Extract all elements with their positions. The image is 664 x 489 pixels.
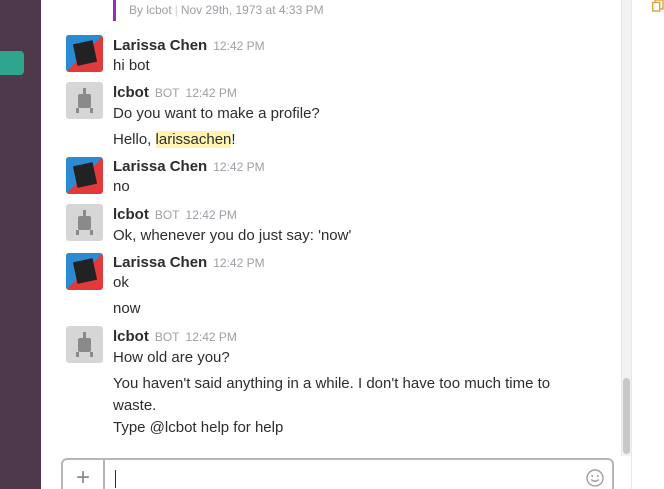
right-panel-edge — [631, 0, 664, 489]
user-mention[interactable]: larissachen — [155, 131, 232, 148]
message-sender[interactable]: Larissa Chen 12:42 PM — [113, 37, 265, 54]
attachment-date: Nov 29th, 1973 at 4:33 PM — [180, 3, 324, 17]
message-text: no — [113, 178, 130, 195]
message-sender[interactable]: lcbot BOT 12:42 PM — [113, 328, 237, 345]
message-text: How old are you? — [113, 349, 230, 366]
message-text: Ok, whenever you do just say: 'now' — [113, 227, 352, 244]
attachment-bar — [113, 0, 116, 21]
message-text: now — [113, 300, 141, 317]
message-time[interactable]: 12:42 PM — [186, 208, 237, 222]
message-scrollbar-thumb[interactable] — [623, 378, 630, 454]
text-cursor — [115, 470, 116, 488]
message-sender[interactable]: Larissa Chen 12:42 PM — [113, 254, 265, 271]
message-text-mention: Hello, larissachen! — [113, 131, 236, 148]
message-text: hi bot — [113, 57, 150, 74]
bot-badge: BOT — [154, 330, 180, 344]
bot-avatar[interactable] — [66, 82, 103, 119]
message-time[interactable]: 12:42 PM — [213, 39, 264, 53]
bot-avatar[interactable] — [66, 204, 103, 241]
smiley-icon[interactable] — [585, 468, 605, 488]
avatar[interactable] — [66, 35, 103, 72]
message-time[interactable]: 12:42 PM — [186, 330, 237, 344]
message-time[interactable]: 12:42 PM — [186, 86, 237, 100]
workspace-sidebar — [0, 0, 41, 489]
message-time[interactable]: 12:42 PM — [213, 160, 264, 174]
message-sender[interactable]: lcbot BOT 12:42 PM — [113, 206, 237, 223]
message-composer[interactable]: + — [61, 458, 614, 489]
message-text: You haven't said anything in a while. I … — [113, 375, 551, 392]
message-text: waste. — [113, 397, 157, 414]
bot-badge: BOT — [154, 208, 180, 222]
message-text: Do you want to make a profile? — [113, 105, 320, 122]
message-sender[interactable]: Larissa Chen 12:42 PM — [113, 158, 265, 175]
attachment-author: By lcbot — [129, 3, 172, 17]
message-text: ok — [113, 274, 129, 291]
bot-avatar[interactable] — [66, 326, 103, 363]
copy-icon[interactable] — [652, 0, 664, 12]
avatar[interactable] — [66, 157, 103, 194]
avatar[interactable] — [66, 253, 103, 290]
bot-badge: BOT — [154, 86, 180, 100]
message-time[interactable]: 12:42 PM — [213, 256, 264, 270]
plus-icon[interactable]: + — [63, 460, 105, 489]
attachment-meta: By lcbot | Nov 29th, 1973 at 4:33 PM — [129, 3, 324, 17]
message-sender[interactable]: lcbot BOT 12:42 PM — [113, 84, 237, 101]
active-channel-indicator[interactable] — [0, 51, 24, 75]
message-text: Type @lcbot help for help — [113, 419, 284, 436]
